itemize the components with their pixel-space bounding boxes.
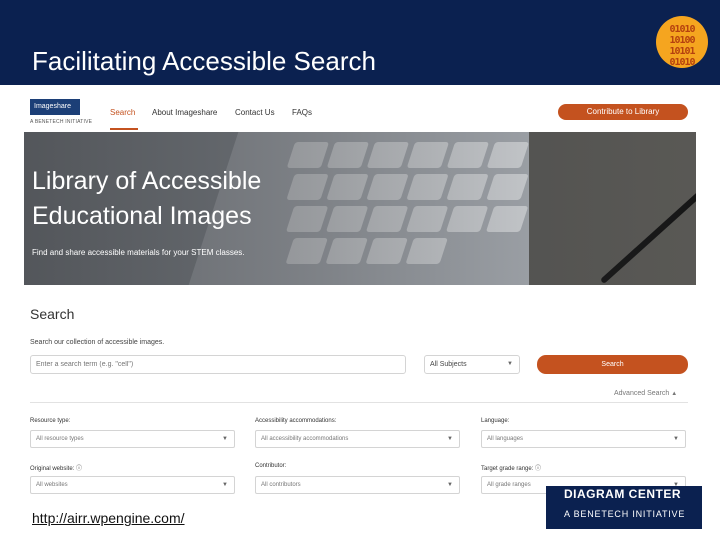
nav-contact[interactable]: Contact Us [235, 108, 275, 117]
filter-label-text: Original website: [30, 466, 75, 472]
filter-label-language: Language: [481, 418, 510, 424]
hero-title-line2: Educational Images [32, 202, 252, 230]
logo-bits: 01010 10100 10101 01010 [669, 24, 695, 68]
subjects-dropdown[interactable]: All Subjects ▼ [424, 355, 520, 374]
search-heading: Search [30, 306, 75, 322]
imageshare-logo[interactable]: Imageshare [30, 99, 80, 115]
filter-value: All contributors [261, 482, 301, 488]
advanced-search-link[interactable]: Advanced Search ▲ [614, 390, 677, 397]
contribute-button[interactable]: Contribute to Library [558, 104, 688, 120]
chevron-down-icon: ▼ [222, 436, 228, 442]
filter-value: All grade ranges [487, 482, 531, 488]
site-navbar: Imageshare A BENETECH INITIATIVE Search … [24, 96, 696, 132]
search-input[interactable] [30, 355, 406, 374]
badge-line1: DIAGRAM CENTER [564, 487, 681, 501]
slide-header: Facilitating Accessible Search 01010 1010… [0, 0, 720, 85]
source-url-link[interactable]: http://airr.wpengine.com/ [32, 510, 185, 526]
filter-label-resource-type: Resource type: [30, 418, 71, 424]
search-hint: Search our collection of accessible imag… [30, 339, 165, 346]
filter-contributor[interactable]: All contributors ▼ [255, 476, 460, 494]
filter-label-website: Original website: ⓘ [30, 463, 82, 472]
hero-title: Library of Accessible Educational Images [32, 164, 332, 234]
website-screenshot: Imageshare A BENETECH INITIATIVE Search … [24, 96, 696, 496]
slide-title: Facilitating Accessible Search [32, 46, 376, 76]
binary-logo-icon: 01010 10100 10101 01010 [656, 16, 708, 68]
advanced-search-label: Advanced Search [614, 390, 670, 397]
badge-line2: A BENETECH INITIATIVE [564, 509, 686, 519]
filter-label-contributor: Contributor: [255, 463, 287, 469]
nav-faqs[interactable]: FAQs [292, 108, 312, 117]
divider [30, 402, 688, 403]
subjects-value: All Subjects [430, 361, 467, 368]
help-icon[interactable]: ⓘ [535, 466, 541, 472]
filter-label-grade: Target grade range: ⓘ [481, 463, 541, 472]
brand-subtitle: A BENETECH INITIATIVE [30, 119, 93, 125]
filter-value: All resource types [36, 436, 84, 442]
diagram-center-logo: DIAGRAM CENTER A BENETECH INITIATIVE [546, 486, 702, 529]
filter-website[interactable]: All websites ▼ [30, 476, 235, 494]
search-button[interactable]: Search [537, 355, 688, 374]
filter-label-text: Target grade range: [481, 466, 534, 472]
filter-resource-type[interactable]: All resource types ▼ [30, 430, 235, 448]
filter-accessibility[interactable]: All accessibility accommodations ▼ [255, 430, 460, 448]
hero-banner: Library of Accessible Educational Images… [24, 132, 696, 285]
filter-value: All websites [36, 482, 68, 488]
filter-value: All languages [487, 436, 524, 442]
filter-language[interactable]: All languages ▼ [481, 430, 686, 448]
chevron-down-icon: ▼ [447, 436, 453, 442]
help-icon[interactable]: ⓘ [76, 466, 82, 472]
nav-search[interactable]: Search [110, 108, 135, 117]
hero-subtitle: Find and share accessible materials for … [32, 248, 245, 257]
chevron-down-icon: ▼ [673, 436, 679, 442]
filter-label-accessibility: Accessibility accommodations: [255, 418, 337, 424]
chevron-up-icon: ▲ [671, 391, 678, 397]
chevron-down-icon: ▼ [222, 482, 228, 488]
chevron-down-icon: ▼ [447, 482, 453, 488]
chevron-down-icon: ▼ [507, 361, 513, 367]
nav-active-indicator [110, 128, 138, 130]
nav-about[interactable]: About Imageshare [152, 108, 217, 117]
filter-value: All accessibility accommodations [261, 436, 349, 442]
hero-title-line1: Library of Accessible [32, 167, 262, 195]
